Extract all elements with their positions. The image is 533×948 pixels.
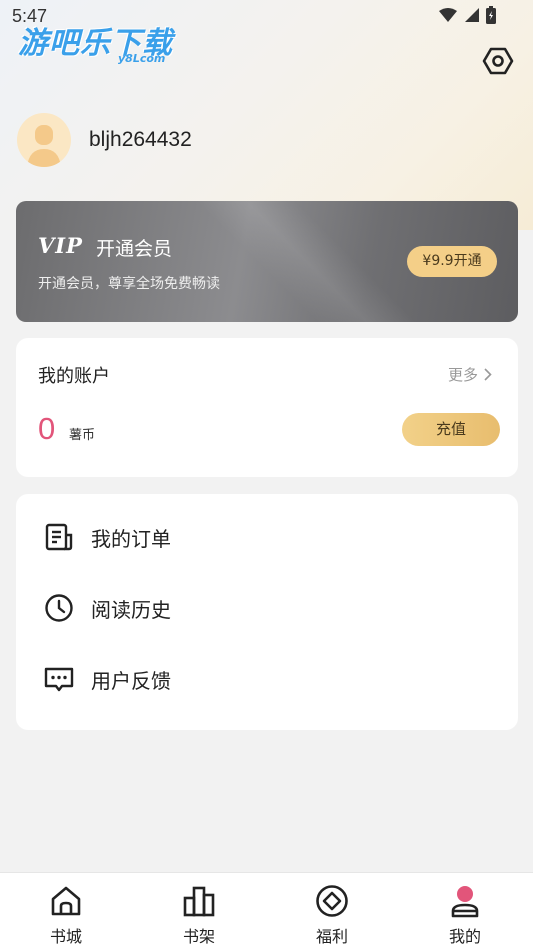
menu-item-label: 用户反馈 <box>91 668 171 693</box>
nav-label: 福利 <box>315 927 348 946</box>
account-more-label: 更多 <box>447 366 478 384</box>
account-card: 我的账户 更多 0 薯币 充值 <box>16 338 518 477</box>
nav-label: 书架 <box>182 927 215 946</box>
vip-badge: VIP <box>38 233 83 258</box>
watermark-logo: 游吧乐下载 y8Lcom <box>18 18 188 68</box>
vip-description: 开通会员，尊享全场免费畅读 <box>38 276 220 292</box>
status-icons <box>439 6 497 24</box>
chevron-right-icon <box>484 368 492 381</box>
default-avatar-icon <box>27 125 61 167</box>
account-more-link[interactable]: 更多 <box>448 364 492 385</box>
watermark-subtext: y8Lcom <box>118 52 166 65</box>
bottom-nav: 书城 书架 福利 我的 <box>0 872 533 948</box>
menu-card: 我的订单 阅读历史 用户反馈 <box>16 494 518 730</box>
nav-tab-welfare[interactable]: 福利 <box>297 879 367 946</box>
recharge-button[interactable]: 充值 <box>402 413 500 446</box>
vip-card[interactable]: VIP 开通会员 开通会员，尊享全场免费畅读 ¥9.9开通 <box>16 201 518 322</box>
account-title: 我的账户 <box>38 366 110 387</box>
coin-balance: 0 <box>38 411 56 446</box>
coin-unit: 薯币 <box>69 428 96 443</box>
nav-label: 我的 <box>448 927 481 946</box>
bookshelf-icon <box>181 883 217 919</box>
vip-open-button[interactable]: ¥9.9开通 <box>407 246 497 277</box>
home-icon <box>48 883 84 919</box>
settings-hexagon-icon <box>482 47 514 75</box>
clock-icon <box>43 592 75 624</box>
menu-item-orders[interactable]: 我的订单 <box>16 507 518 567</box>
profile-header[interactable]: bljh264432 <box>17 113 192 167</box>
menu-item-label: 阅读历史 <box>91 597 171 622</box>
profile-icon <box>447 883 483 919</box>
feedback-chat-icon <box>43 663 75 695</box>
menu-item-history[interactable]: 阅读历史 <box>16 578 518 638</box>
menu-item-label: 我的订单 <box>91 526 171 551</box>
nav-tab-bookshelf[interactable]: 书架 <box>164 879 234 946</box>
username: bljh264432 <box>89 128 192 151</box>
nav-tab-mine[interactable]: 我的 <box>430 879 500 946</box>
avatar[interactable] <box>17 113 71 167</box>
wifi-icon <box>439 8 457 22</box>
vip-title: 开通会员 <box>96 238 173 260</box>
settings-button[interactable] <box>481 44 515 78</box>
nav-tab-bookstore[interactable]: 书城 <box>31 879 101 946</box>
menu-item-feedback[interactable]: 用户反馈 <box>16 649 518 709</box>
nav-label: 书城 <box>49 927 82 946</box>
battery-icon <box>486 6 496 24</box>
diamond-icon <box>314 883 350 919</box>
signal-icon <box>465 8 479 22</box>
order-list-icon <box>43 521 75 553</box>
